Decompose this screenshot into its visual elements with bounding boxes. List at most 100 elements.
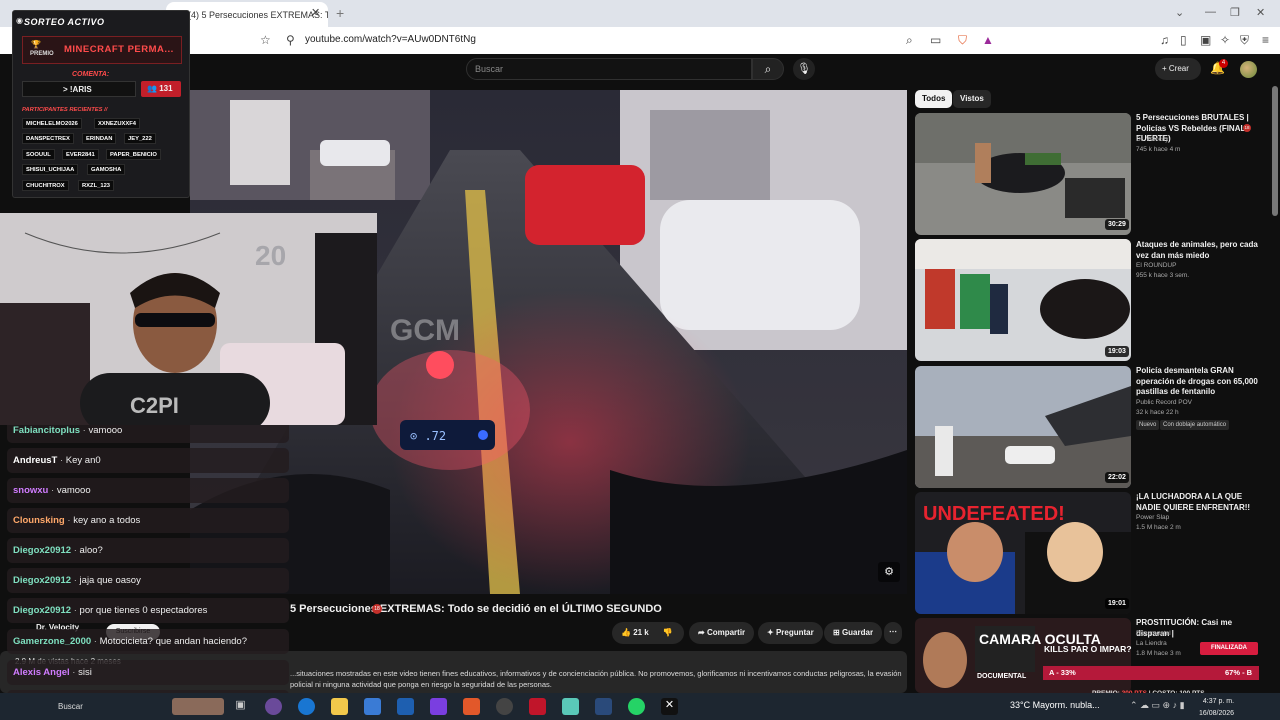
- rec-meta: 1.5 M hace 2 m: [1136, 524, 1181, 531]
- svg-text:GCM: GCM: [390, 314, 460, 347]
- share-button[interactable]: ➦ Compartir: [689, 622, 755, 644]
- chat-message: snowxu · vamooo: [7, 478, 289, 503]
- save-button[interactable]: ⊞ Guardar: [824, 622, 883, 644]
- chip-vistos[interactable]: Vistos: [953, 90, 991, 108]
- share-icon: ➦: [698, 628, 707, 637]
- wallet-icon[interactable]: ▣: [1200, 33, 1211, 47]
- whatsapp-icon[interactable]: [628, 698, 645, 715]
- app-icon[interactable]: [562, 698, 579, 715]
- broadcast-icon: ◉: [16, 16, 23, 25]
- chat-message: Diegox20912 · por que tienes 0 espectado…: [7, 598, 289, 623]
- scrollbar[interactable]: [1272, 86, 1278, 216]
- description-text: ...situaciones mostradas en este video t…: [290, 669, 902, 689]
- bet-option-a: A - 33%: [1049, 668, 1076, 677]
- comment-command: > !ARIS: [22, 81, 136, 97]
- tab-search-icon[interactable]: ⌄: [1175, 6, 1184, 19]
- chip-todos[interactable]: Todos: [915, 90, 953, 108]
- browser-tab-active[interactable]: (4) 5 Persecuciones EXTREMAS: Todo se de…: [166, 2, 328, 27]
- webcam-overlay: 20 C2PI: [0, 213, 377, 425]
- brave-icon[interactable]: [463, 698, 480, 715]
- chat-username: Fabiancitoplus: [13, 425, 81, 436]
- store-icon[interactable]: [364, 698, 381, 715]
- like-button[interactable]: 👍 21 k 👎: [612, 622, 684, 644]
- rec-title[interactable]: Policía desmantela GRAN operación de dro…: [1136, 366, 1264, 398]
- video-title: 5 Persecuciones EXTREMAS: Todo se decidi…: [290, 603, 662, 615]
- search-thumbnail[interactable]: [172, 698, 224, 715]
- rec-title[interactable]: ¡LA LUCHADORA A LA QUE NADIE QUIERE ENFR…: [1136, 492, 1264, 513]
- rec-duration: 22:02: [1105, 472, 1129, 483]
- window-close-icon[interactable]: ✕: [1256, 6, 1265, 19]
- rec-thumbnail[interactable]: [915, 366, 1131, 488]
- create-button[interactable]: + Crear: [1155, 58, 1201, 80]
- chat-text: vamooo: [88, 425, 123, 436]
- video-settings-icon[interactable]: ⚙: [878, 562, 900, 582]
- minimize-icon[interactable]: —: [1205, 6, 1216, 18]
- rec-channel-secondary[interactable]: La Liendra: [1136, 640, 1167, 647]
- rec-thumbnail[interactable]: [915, 113, 1131, 235]
- cast-icon[interactable]: ▭: [930, 33, 941, 47]
- participant-count: 131: [159, 84, 173, 93]
- rec-thumbnail[interactable]: [915, 239, 1131, 361]
- outlook-icon[interactable]: [397, 698, 414, 715]
- taskbar-search[interactable]: Buscar: [58, 702, 83, 711]
- giveaway-title: SORTEO ACTIVO: [24, 17, 105, 27]
- thumb-down-icon[interactable]: 👎: [663, 628, 673, 637]
- prize-label: PREMIO: [30, 51, 54, 57]
- maximize-icon[interactable]: ❐: [1230, 6, 1240, 19]
- sidebar-toggle-icon[interactable]: ▯: [1180, 33, 1187, 47]
- rec-channel[interactable]: Public Record POV: [1136, 399, 1192, 406]
- mic-icon[interactable]: 🎙: [793, 58, 815, 80]
- weather-widget[interactable]: 33°C Mayorm. nubla...: [1010, 700, 1100, 710]
- ai-icon[interactable]: ✧: [1220, 33, 1230, 47]
- edge-icon[interactable]: [298, 698, 315, 715]
- media-icon[interactable]: ♫: [1160, 33, 1169, 47]
- menu-icon[interactable]: ≡: [1262, 33, 1269, 47]
- brave-shield-icon[interactable]: ⛉: [958, 33, 967, 48]
- search-icon[interactable]: ⌕: [752, 58, 784, 80]
- chat-text: por que tienes 0 espectadores: [79, 605, 208, 616]
- notification-badge: 4: [1219, 59, 1228, 68]
- rec-duration: 19:01: [1105, 598, 1129, 609]
- task-view-icon[interactable]: ▣: [232, 698, 249, 715]
- chat-message: Clounsking · key ano a todos: [7, 508, 289, 533]
- rec-thumbnail[interactable]: UNDEFEATED!: [915, 492, 1131, 614]
- chat-message: Diegox20912 · jaja que oasoy: [7, 568, 289, 593]
- participant-chip: PAPER_BENICIO: [106, 149, 161, 160]
- thumbnail-image: CAMARA OCULTADOCUMENTAL: [915, 618, 1131, 693]
- video-editor-icon[interactable]: [529, 698, 546, 715]
- system-tray-icon[interactable]: ⌃ ☁ ▭ ⊕ ♪ ▮: [1130, 700, 1185, 711]
- app-icon[interactable]: [430, 698, 447, 715]
- search-input[interactable]: Buscar: [466, 58, 752, 80]
- rec-channel[interactable]: Power Slap: [1136, 514, 1169, 521]
- capcut-icon[interactable]: ✕: [661, 698, 678, 715]
- obs-icon[interactable]: [496, 698, 513, 715]
- chat-message: Alexis Angel · sisi: [7, 660, 289, 685]
- file-explorer-icon[interactable]: [331, 698, 348, 715]
- vpn-icon[interactable]: ⛨: [1240, 33, 1249, 48]
- site-info-icon[interactable]: ⚲: [286, 33, 295, 47]
- ask-button[interactable]: ✦ Preguntar: [758, 622, 823, 644]
- new-tab-icon[interactable]: +: [336, 5, 344, 21]
- comment-label: COMENTA:: [72, 71, 110, 78]
- more-actions-icon[interactable]: ⋯: [884, 622, 902, 644]
- rec-title[interactable]: Ataques de animales, pero cada vez dan m…: [1136, 240, 1264, 261]
- rec-thumb-subtext: DOCUMENTAL: [977, 673, 1027, 680]
- steam-icon[interactable]: [595, 698, 612, 715]
- save-icon: ⊞: [833, 628, 842, 637]
- rec-thumbnail[interactable]: CAMARA OCULTA DOCUMENTAL: [915, 618, 1131, 693]
- svg-text:C2PI: C2PI: [130, 393, 179, 418]
- tab-close-icon[interactable]: ✕: [311, 6, 320, 19]
- rec-channel[interactable]: Dr. Velocity: [1136, 136, 1169, 143]
- url-field[interactable]: youtube.com/watch?v=AUw0DNT6tNg: [305, 34, 476, 45]
- zoom-icon[interactable]: ⌕: [906, 33, 913, 48]
- rec-channel[interactable]: El ROUNDUP: [1136, 262, 1176, 269]
- rec-channel[interactable]: Documental: [1136, 630, 1171, 637]
- bet-status-badge: FINALIZADA: [1200, 642, 1258, 655]
- copilot-icon[interactable]: [265, 698, 282, 715]
- prize-value: MINECRAFT PERMA...: [64, 44, 174, 55]
- chat-text: Key an0: [65, 455, 101, 466]
- bookmark-icon[interactable]: ☆: [260, 33, 271, 47]
- clock[interactable]: 4:37 p. m. 16/08/2026: [1199, 696, 1234, 720]
- brave-rewards-icon[interactable]: ▲: [982, 33, 994, 47]
- avatar[interactable]: [1240, 61, 1257, 78]
